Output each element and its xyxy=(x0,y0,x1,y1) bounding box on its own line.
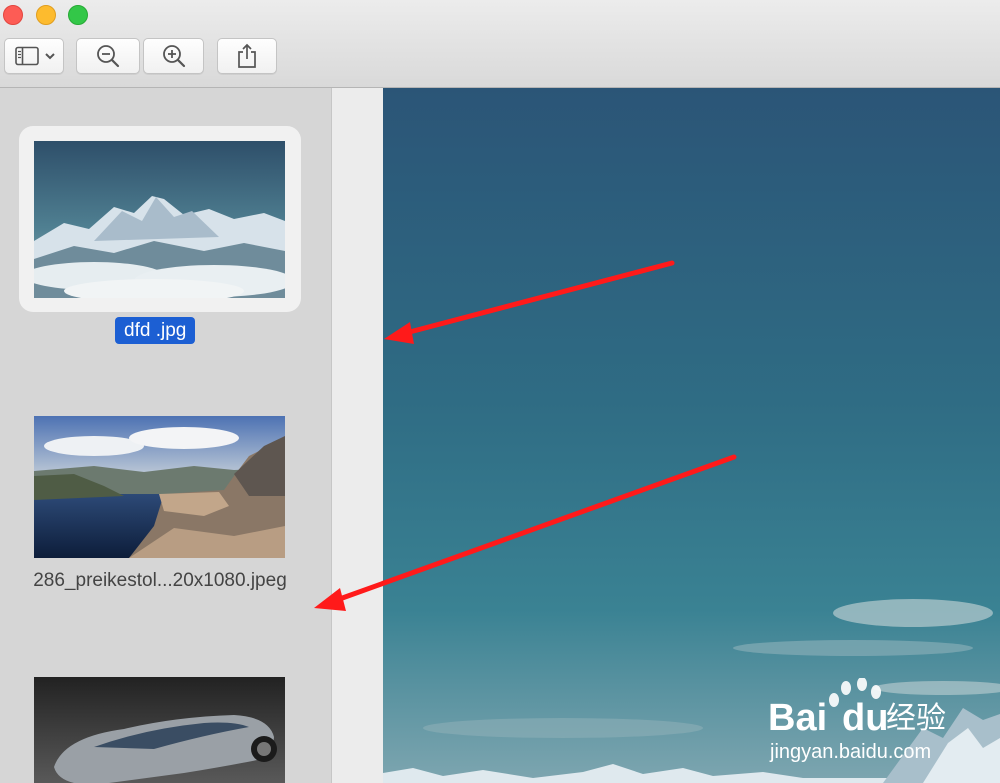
share-icon xyxy=(238,43,256,68)
minimize-button[interactable] xyxy=(36,5,56,25)
sidebar-view-button[interactable] xyxy=(4,38,64,74)
sidebar-icon xyxy=(15,46,55,66)
thumbnail-image-mountains[interactable] xyxy=(34,141,285,298)
zoom-out-icon xyxy=(97,45,120,68)
main-image xyxy=(383,88,1000,783)
image-viewer[interactable] xyxy=(383,88,1000,783)
thumbnail-sidebar: dfd .jpg 286_preikestol...20x1080.jpeg xyxy=(0,88,331,783)
sidebar-divider[interactable] xyxy=(331,88,383,783)
thumbnail-item-dfd[interactable]: dfd .jpg xyxy=(0,88,331,388)
thumbnail-label: 286_preikestol...20x1080.jpeg xyxy=(33,570,287,591)
zoom-in-icon xyxy=(162,45,185,68)
thumbnail-image-fjord[interactable] xyxy=(34,416,285,558)
thumbnail-item-car[interactable] xyxy=(0,668,331,783)
zoom-in-button[interactable] xyxy=(143,38,204,74)
zoom-button[interactable] xyxy=(68,5,88,25)
window-toolbar xyxy=(0,0,1000,88)
thumbnail-item-preikestolen[interactable]: 286_preikestol...20x1080.jpeg xyxy=(0,408,331,638)
thumbnail-image-car[interactable] xyxy=(34,677,285,783)
thumbnail-label-selected: dfd .jpg xyxy=(115,317,196,344)
share-button[interactable] xyxy=(217,38,277,74)
zoom-out-button[interactable] xyxy=(76,38,140,74)
close-button[interactable] xyxy=(3,5,23,25)
